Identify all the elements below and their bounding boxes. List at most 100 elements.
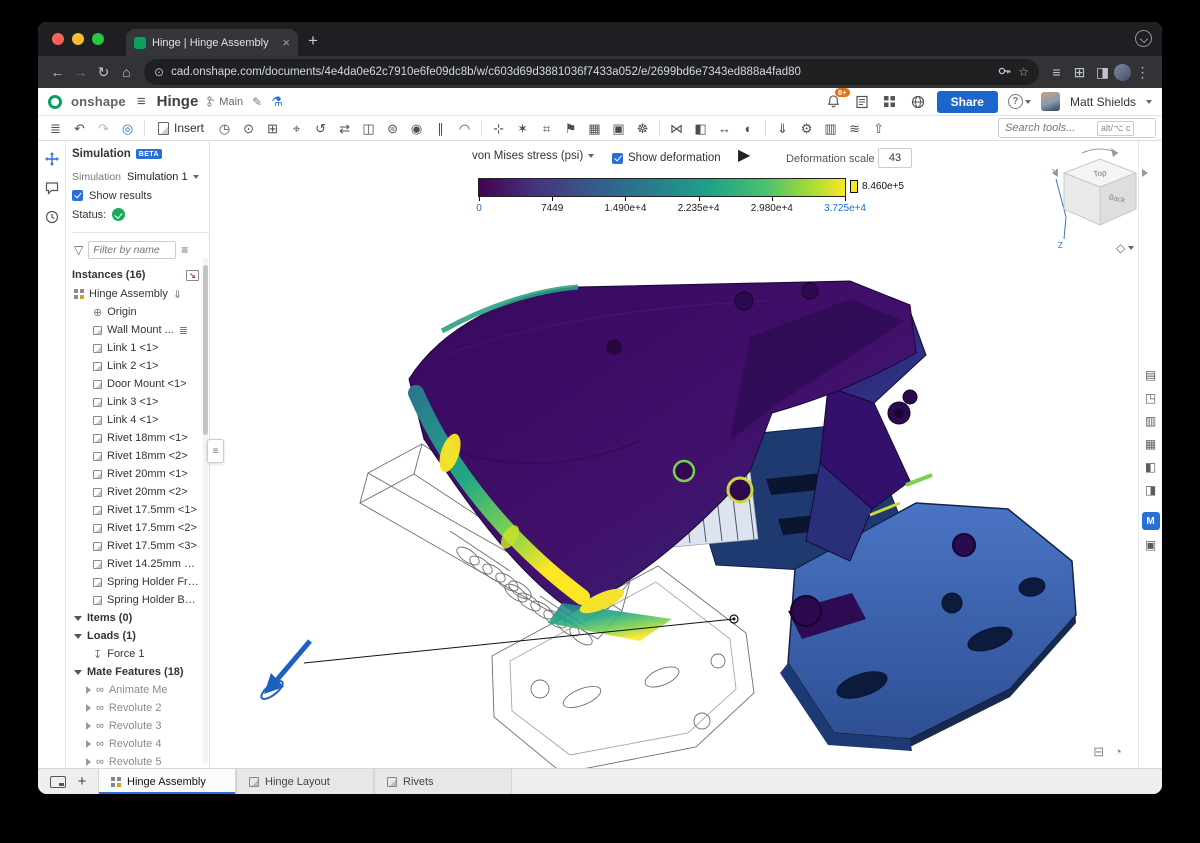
tree-section-mates[interactable]: Mate Features (18)	[72, 663, 209, 681]
new-element-tab-button[interactable]: +	[72, 773, 92, 790]
viewcube-rotate-right-arrow[interactable]	[1142, 169, 1148, 177]
help-menu[interactable]: ?	[1008, 94, 1031, 109]
app-grid-icon[interactable]	[881, 93, 899, 111]
force-arrow-annotation[interactable]	[259, 615, 738, 702]
play-animation-button[interactable]: ▶	[738, 145, 750, 165]
site-info-icon[interactable]: ⊙	[154, 65, 164, 79]
export-icon[interactable]: ⇧	[867, 118, 890, 139]
instances-header[interactable]: Instances (16)	[72, 269, 145, 281]
tree-item-force[interactable]: ↧ Force 1	[72, 645, 209, 663]
instances-panel-icon[interactable]: ◳	[1142, 388, 1160, 406]
planar-mate-icon[interactable]: ◫	[357, 118, 380, 139]
simulation-load-icon[interactable]: ⇓	[771, 118, 794, 139]
versions-history-tab-icon[interactable]	[44, 209, 60, 225]
simulation-selector[interactable]: Simulation 1	[127, 171, 199, 183]
display-panel-icon[interactable]: ▣	[1142, 535, 1160, 553]
reload-icon[interactable]: ↻	[92, 60, 115, 84]
language-globe-icon[interactable]	[909, 93, 927, 111]
section-view-icon[interactable]: ◧	[689, 118, 712, 139]
colorbar-min-value[interactable]: 0	[476, 203, 482, 214]
cylindrical-mate-icon[interactable]: ⊜	[381, 118, 404, 139]
reading-list-icon[interactable]: ≡	[1045, 60, 1068, 84]
element-tab-hinge-layout[interactable]: Hinge Layout	[236, 769, 374, 794]
document-menu-icon[interactable]: ≡	[135, 93, 148, 110]
history-icon[interactable]: ◷	[213, 118, 236, 139]
linear-pattern-icon[interactable]: ▣	[607, 118, 630, 139]
new-tab-button[interactable]: +	[308, 31, 318, 51]
colorbar-max-range-value[interactable]: 3.725e+4	[824, 203, 866, 214]
panel-toggle-handle[interactable]: ≡	[207, 439, 224, 463]
model-canvas[interactable]	[210, 141, 1138, 768]
group-icon[interactable]: ⊞	[261, 118, 284, 139]
parallel-mate-icon[interactable]: ∥	[429, 118, 452, 139]
mates-panel-icon[interactable]: ▥	[1142, 411, 1160, 429]
address-bar[interactable]: ⊙ cad.onshape.com/documents/4e4da0e62c79…	[144, 59, 1039, 85]
scrollbar-thumb[interactable]	[203, 265, 208, 435]
tree-item[interactable]: Rivet 17.5mm <1>	[72, 501, 209, 519]
tab-overview-icon[interactable]	[50, 776, 66, 788]
release-notes-icon[interactable]	[853, 93, 871, 111]
insert-button[interactable]: Insert	[150, 121, 212, 135]
appearance-icon[interactable]: ◐	[737, 118, 760, 139]
tree-item[interactable]: Wall Mount ... ≣	[72, 321, 209, 339]
show-deformation-checkbox[interactable]: Show deformation	[612, 152, 721, 164]
ball-mate-icon[interactable]: ◉	[405, 118, 428, 139]
transform-icon[interactable]: ⊹	[487, 118, 510, 139]
stress-measure-dropdown[interactable]: von Mises stress (psi)	[472, 150, 594, 162]
tree-item-origin[interactable]: ⊕ Origin	[72, 303, 209, 321]
view-cube[interactable]: Y Z Top Back	[1050, 145, 1150, 251]
share-button[interactable]: Share	[937, 91, 998, 113]
list-view-icon[interactable]: ≡	[181, 243, 188, 257]
close-tab-icon[interactable]: ×	[282, 36, 290, 49]
user-menu-chevron-icon[interactable]	[1146, 100, 1152, 104]
simulation-panel-tab-icon[interactable]	[44, 151, 60, 167]
browser-profile-avatar[interactable]	[1114, 64, 1131, 81]
named-positions-icon[interactable]: ⚑	[559, 118, 582, 139]
viewcube-roll-arrowhead[interactable]	[1111, 148, 1118, 157]
tree-item[interactable]: Door Mount <1>	[72, 375, 209, 393]
tree-item[interactable]: Rivet 18mm <2>	[72, 447, 209, 465]
tree-item[interactable]: Spring Holder Back <1>	[72, 591, 209, 609]
filter-by-name-input[interactable]	[88, 241, 176, 259]
tree-item-assembly[interactable]: Hinge Assembly ⇓	[72, 285, 209, 303]
minimize-window-button[interactable]	[72, 33, 84, 45]
measure-icon[interactable]: ↔	[713, 118, 736, 139]
back-icon[interactable]: ←	[46, 60, 69, 84]
results-icon[interactable]: ▥	[819, 118, 842, 139]
forward-icon[interactable]: →	[69, 60, 92, 84]
tree-section-loads[interactable]: Loads (1)	[72, 627, 209, 645]
element-tab-hinge-assembly[interactable]: Hinge Assembly	[98, 769, 236, 794]
workspace-selector[interactable]: Main	[207, 96, 243, 108]
browser-tab[interactable]: Hinge | Hinge Assembly ×	[126, 29, 298, 56]
tab-search-icon[interactable]	[1135, 30, 1152, 47]
camera-icon[interactable]: ◔	[1114, 744, 1122, 760]
tree-item[interactable]: Link 3 <1>	[72, 393, 209, 411]
tree-item[interactable]: Rivet 18mm <1>	[72, 429, 209, 447]
mate-icon[interactable]: ⊙	[237, 118, 260, 139]
close-window-button[interactable]	[52, 33, 64, 45]
redo-icon[interactable]: ↷	[92, 118, 115, 139]
tree-section-items[interactable]: Items (0)	[72, 609, 209, 627]
properties-panel-icon[interactable]: ◨	[1142, 480, 1160, 498]
graphics-viewport[interactable]: von Mises stress (psi) Show deformation …	[210, 141, 1138, 768]
printer-icon[interactable]: ⊟	[1093, 744, 1104, 760]
tree-item[interactable]: Link 4 <1>	[72, 411, 209, 429]
rename-pencil-icon[interactable]: ✎	[252, 95, 262, 109]
tree-item[interactable]: Rivet 14.25mm <1>	[72, 555, 209, 573]
side-panel-icon[interactable]: ◨	[1091, 60, 1114, 84]
tree-item[interactable]: Spring Holder Front <...	[72, 573, 209, 591]
tree-item[interactable]: Rivet 17.5mm <2>	[72, 519, 209, 537]
password-key-icon[interactable]	[997, 64, 1011, 81]
update-icon[interactable]: ◎	[116, 118, 139, 139]
circular-pattern-icon[interactable]: ☸	[631, 118, 654, 139]
slider-mate-icon[interactable]: ⇄	[333, 118, 356, 139]
show-results-checkbox[interactable]: Show results	[72, 186, 209, 205]
tree-item[interactable]: Rivet 20mm <1>	[72, 465, 209, 483]
comments-panel-tab-icon[interactable]	[44, 180, 60, 196]
tree-item-mate[interactable]: ∞ Animate Me	[72, 681, 209, 699]
home-icon[interactable]: ⌂	[115, 60, 138, 84]
mate-connector-icon[interactable]: ⌖	[285, 118, 308, 139]
tree-item-mate[interactable]: ∞ Revolute 2	[72, 699, 209, 717]
appearance-panel-icon[interactable]: ◧	[1142, 457, 1160, 475]
mesh-icon[interactable]: ≋	[843, 118, 866, 139]
